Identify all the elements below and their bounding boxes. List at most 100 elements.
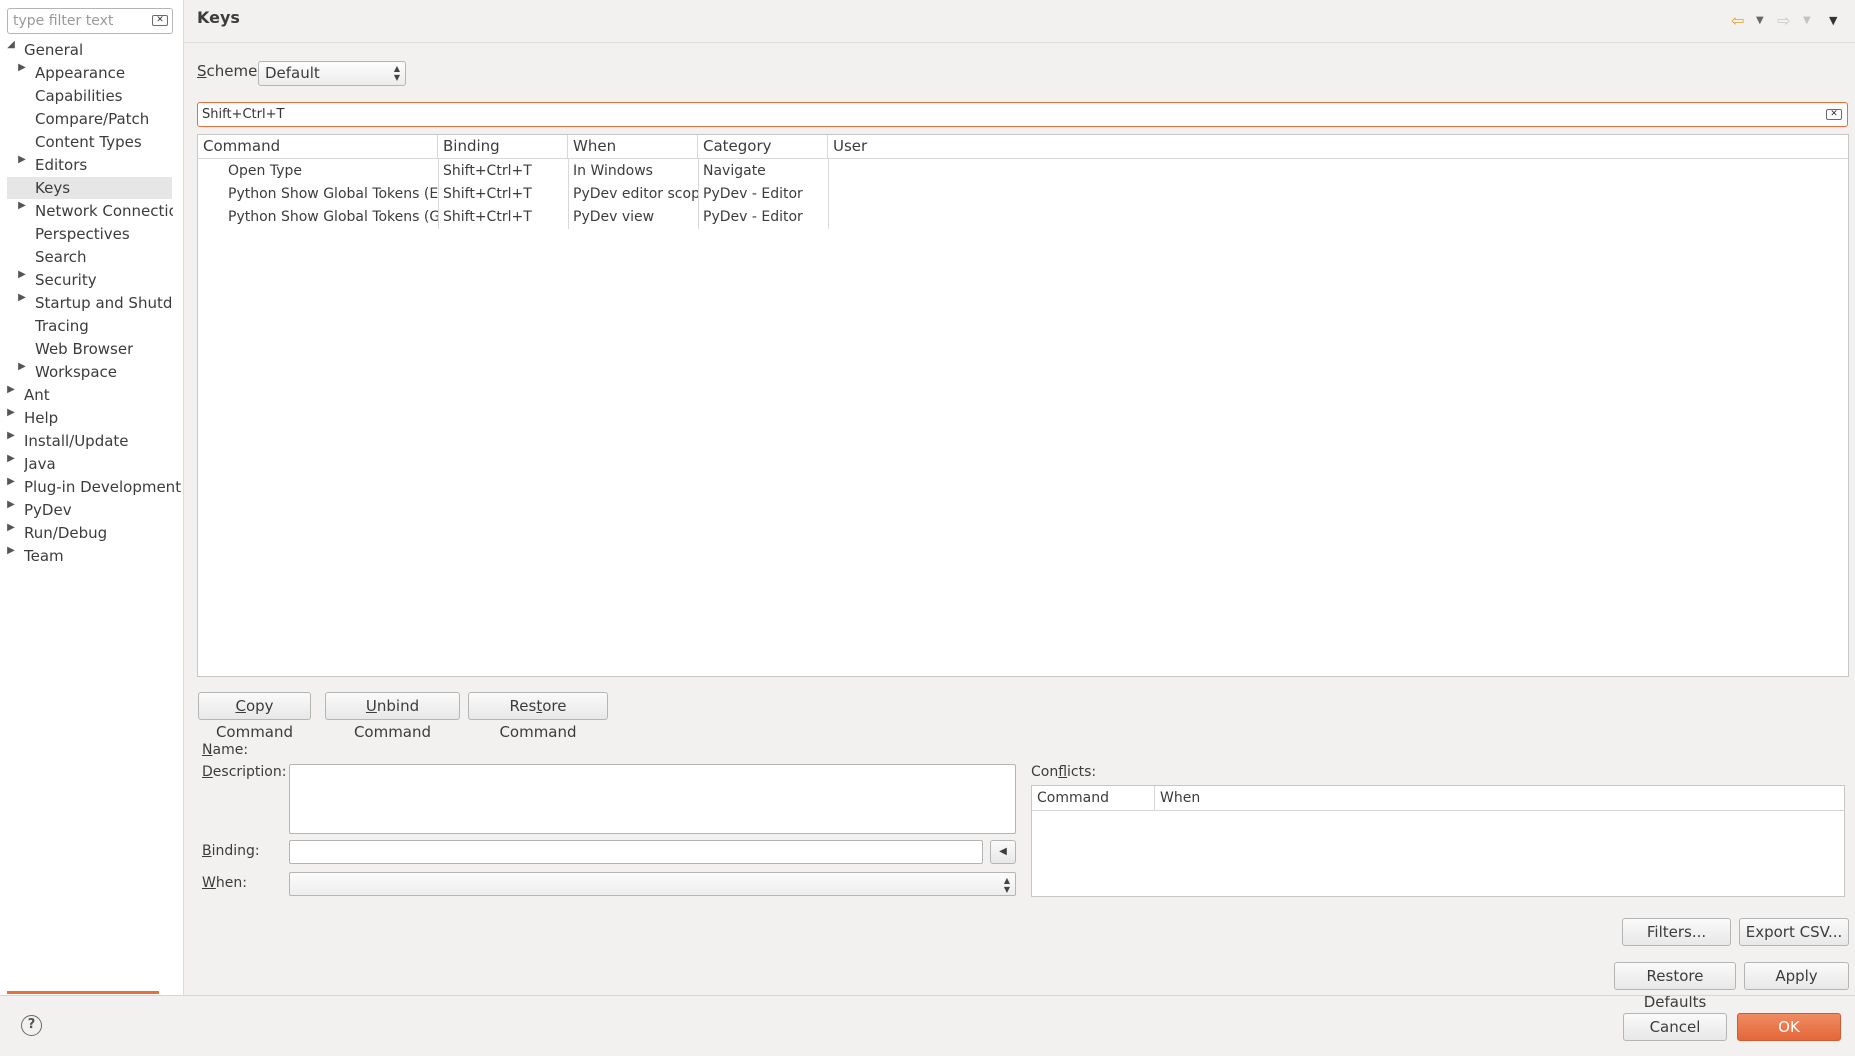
tree-item-ant[interactable]: Ant <box>24 384 50 406</box>
collapsed-arrow-icon[interactable]: ▶ <box>6 407 16 418</box>
conflicts-label-pre: Con <box>1031 764 1059 780</box>
collapsed-arrow-icon[interactable]: ▶ <box>17 361 27 372</box>
restore-defaults-button[interactable]: Restore Defaults <box>1614 962 1736 1011</box>
footer-divider <box>0 995 1855 996</box>
description-label: Description: <box>202 764 286 780</box>
cancel-button[interactable]: Cancel <box>1623 1013 1727 1041</box>
description-label-mnemonic: D <box>202 764 213 780</box>
conflicts-column-command[interactable]: Command <box>1032 786 1155 810</box>
collapsed-arrow-icon[interactable]: ▶ <box>6 384 16 395</box>
tree-item-team[interactable]: Team <box>24 545 64 567</box>
apply-button[interactable]: Apply <box>1744 962 1849 990</box>
cell-command: Python Show Global Tokens (Gl <box>228 209 438 225</box>
scheme-select[interactable]: Default ▲ ▼ <box>258 61 406 86</box>
tree-item-web-browser[interactable]: Web Browser <box>35 338 133 360</box>
cell-user <box>828 206 1028 229</box>
when-select[interactable]: ▲ ▼ <box>289 872 1016 896</box>
when-label: When: <box>202 875 247 891</box>
name-label-mnemonic: N <box>202 742 213 758</box>
column-header-user[interactable]: User <box>828 135 1848 158</box>
forward-dropdown-icon: ▼ <box>1803 15 1811 26</box>
unbind-command-button[interactable]: Unbind Command <box>325 692 460 741</box>
tree-item-java[interactable]: Java <box>24 453 56 475</box>
collapsed-arrow-icon[interactable]: ▶ <box>6 453 16 464</box>
binding-keys-button[interactable]: ◀ <box>990 840 1016 864</box>
export-csv-button[interactable]: Export CSV... <box>1739 918 1849 946</box>
tree-item-tracing[interactable]: Tracing <box>35 315 89 337</box>
clear-filter-icon[interactable]: ✕ <box>152 15 168 26</box>
column-header-binding[interactable]: Binding <box>438 135 568 158</box>
help-icon[interactable]: ? <box>21 1015 42 1036</box>
tree-item-general[interactable]: General <box>24 39 83 61</box>
view-menu-icon[interactable]: ▼ <box>1829 10 1837 32</box>
collapsed-arrow-icon[interactable]: ▶ <box>6 430 16 441</box>
commands-table[interactable]: Command Binding When Category User Open … <box>197 134 1849 677</box>
column-header-category[interactable]: Category <box>698 135 828 158</box>
collapsed-arrow-icon[interactable]: ▶ <box>6 522 16 533</box>
tree-item-compare-patch[interactable]: Compare/Patch <box>35 108 149 130</box>
collapsed-arrow-icon[interactable]: ▶ <box>6 499 16 510</box>
table-row[interactable]: Python Show Global Tokens (Ed Shift+Ctrl… <box>198 183 1848 206</box>
binding-label: Binding: <box>202 843 260 859</box>
tree-item-plugin-development[interactable]: Plug-in Development <box>24 476 181 498</box>
copy-command-mnemonic: C <box>235 697 246 715</box>
description-label-text: escription: <box>212 764 287 780</box>
tree-item-capabilities[interactable]: Capabilities <box>35 85 123 107</box>
tree-item-content-types[interactable]: Content Types <box>35 131 142 153</box>
name-label: Name: <box>202 742 248 758</box>
scheme-label-mnemonic: S <box>197 62 207 80</box>
expanded-arrow-icon[interactable]: ◢ <box>6 39 16 50</box>
unbind-command-mnemonic: U <box>365 697 377 715</box>
column-header-when[interactable]: When <box>568 135 698 158</box>
keys-search-input[interactable] <box>198 103 1798 126</box>
ok-button[interactable]: OK <box>1737 1013 1841 1041</box>
tree-item-workspace[interactable]: Workspace <box>35 361 117 383</box>
filters-button[interactable]: Filters... <box>1622 918 1731 946</box>
tree-item-search[interactable]: Search <box>35 246 87 268</box>
tree-item-help[interactable]: Help <box>24 407 58 429</box>
tree-item-pydev[interactable]: PyDev <box>24 499 72 521</box>
cell-when: In Windows <box>573 163 653 179</box>
conflicts-header-row: Command When <box>1032 786 1844 811</box>
tree-item-perspectives[interactable]: Perspectives <box>35 223 130 245</box>
column-header-command[interactable]: Command <box>198 135 438 158</box>
back-dropdown-icon[interactable]: ▼ <box>1756 10 1764 32</box>
restore-command-button[interactable]: Restore Command <box>468 692 608 741</box>
sidebar-divider <box>183 0 184 995</box>
forward-arrow-icon: ⇨ <box>1777 11 1791 30</box>
conflicts-column-when[interactable]: When <box>1155 786 1844 810</box>
updown-arrows-icon: ▲ ▼ <box>1003 876 1010 894</box>
name-label-text: ame: <box>212 742 249 758</box>
scheme-select-value: Default <box>265 64 320 82</box>
description-field[interactable] <box>289 764 1016 834</box>
tree-item-install-update[interactable]: Install/Update <box>24 430 129 452</box>
conflicts-table[interactable]: Command When <box>1031 785 1845 897</box>
collapsed-arrow-icon[interactable]: ▶ <box>17 269 27 280</box>
when-label-mnemonic: W <box>202 875 216 891</box>
collapsed-arrow-icon[interactable]: ▶ <box>17 62 27 73</box>
tree-item-editors[interactable]: Editors <box>35 154 87 176</box>
collapsed-arrow-icon[interactable]: ▶ <box>6 545 16 556</box>
cell-user <box>828 183 1028 206</box>
collapsed-arrow-icon[interactable]: ▶ <box>17 154 27 165</box>
cell-category: PyDev - Editor <box>703 209 803 225</box>
tree-item-keys[interactable]: Keys <box>35 177 70 199</box>
collapsed-arrow-icon[interactable]: ▶ <box>17 200 27 211</box>
tree-item-startup-shutdown[interactable]: Startup and Shutdow <box>35 292 173 314</box>
filter-input[interactable] <box>8 9 148 33</box>
cell-command: Python Show Global Tokens (Ed <box>228 186 438 202</box>
tree-item-appearance[interactable]: Appearance <box>35 62 125 84</box>
back-arrow-icon[interactable]: ⇦ <box>1731 10 1744 32</box>
scheme-label: Scheme: <box>197 62 262 80</box>
tree-item-network-connection[interactable]: Network Connection <box>35 200 173 222</box>
collapsed-arrow-icon[interactable]: ▶ <box>17 292 27 303</box>
clear-search-icon[interactable]: ✕ <box>1826 109 1842 120</box>
keys-search-box: ✕ <box>197 102 1848 127</box>
copy-command-button[interactable]: Copy Command <box>198 692 311 741</box>
table-row[interactable]: Python Show Global Tokens (Gl Shift+Ctrl… <box>198 206 1848 229</box>
tree-item-run-debug[interactable]: Run/Debug <box>24 522 107 544</box>
table-row[interactable]: Open Type Shift+Ctrl+T In Windows Naviga… <box>198 160 1848 183</box>
binding-field[interactable] <box>289 840 983 864</box>
collapsed-arrow-icon[interactable]: ▶ <box>6 476 16 487</box>
tree-item-security[interactable]: Security <box>35 269 97 291</box>
